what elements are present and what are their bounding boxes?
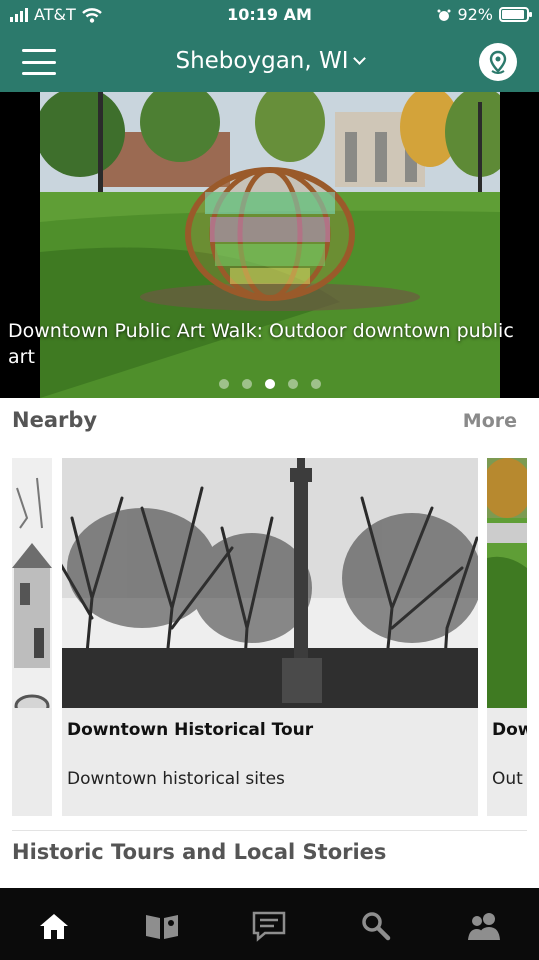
people-icon [468,913,500,940]
section-divider [12,830,527,831]
alarm-icon [437,9,451,21]
battery-percent: 92% [457,5,493,24]
tab-home[interactable] [30,906,78,946]
bottom-tab-bar [0,888,539,960]
battery-icon [499,7,532,22]
status-bar: AT&T 10:19 AM 92% [0,0,539,32]
tab-people[interactable] [460,906,508,946]
home-icon [40,914,68,939]
nearby-card[interactable]: Dow Out [487,458,527,816]
carousel-dot[interactable] [287,379,298,389]
carousel-dot-active[interactable] [264,379,275,389]
location-selector[interactable]: Sheboygan, WI [140,48,399,74]
menu-icon[interactable] [22,49,56,75]
nearby-title: Nearby [12,408,98,432]
tab-tours[interactable] [138,906,186,946]
house-image [12,458,52,708]
book-map-icon [146,915,178,939]
app-header: Sheboygan, WI [0,32,539,92]
historic-monument-image [62,458,478,708]
location-label: Sheboygan, WI [175,48,349,74]
nearby-header: Nearby More [12,406,527,438]
carousel-caption[interactable]: Downtown Public Art Walk: Outdoor downto… [8,318,533,370]
featured-carousel[interactable]: Downtown Public Art Walk: Outdoor downto… [0,92,539,398]
location-pin-icon [489,50,507,74]
location-pin-button[interactable] [479,43,517,81]
carousel-dot[interactable] [310,379,321,389]
carousel-dot[interactable] [218,379,229,389]
more-link[interactable]: More [463,410,517,432]
search-icon [362,912,391,941]
card-title: Dow [492,720,527,740]
tab-search[interactable] [352,906,400,946]
tab-stories[interactable] [245,906,293,946]
historic-tours-title: Historic Tours and Local Stories [12,840,387,864]
card-title: Downtown Historical Tour [67,720,314,740]
card-subtitle: Out [492,769,523,789]
card-subtitle: Downtown historical sites [67,769,285,789]
park-image [487,458,527,708]
carousel-dot[interactable] [241,379,252,389]
chat-icon [252,911,286,942]
nearby-card[interactable] [12,458,52,816]
nearby-card[interactable]: Downtown Historical Tour Downtown histor… [62,458,478,816]
carousel-pagination[interactable] [0,379,539,389]
chevron-down-icon [352,51,366,65]
